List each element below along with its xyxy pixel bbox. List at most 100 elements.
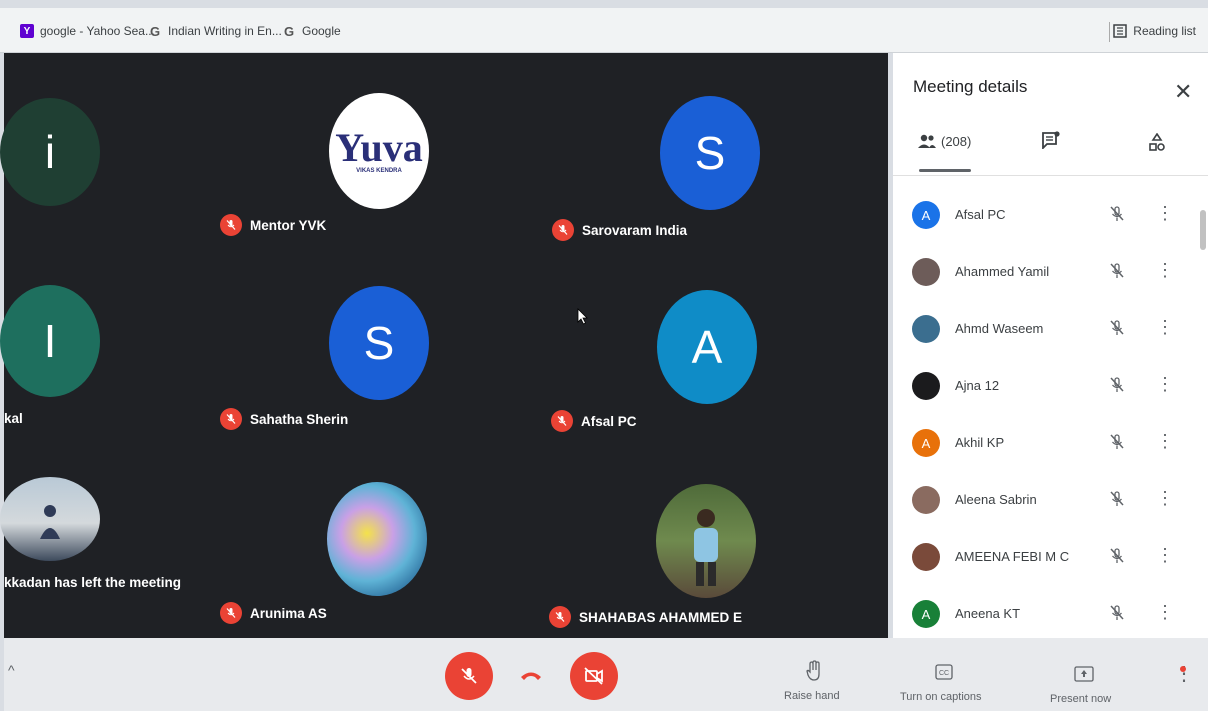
panel-title: Meeting details bbox=[913, 77, 1028, 96]
avatar-letter: S bbox=[694, 127, 726, 179]
mic-off-icon[interactable] bbox=[1108, 205, 1126, 228]
raise-hand-icon[interactable] bbox=[806, 660, 822, 682]
participant-name-label: Sahatha Sherin bbox=[220, 408, 348, 430]
avatar-letter: A bbox=[921, 207, 931, 223]
participant-name: SHAHABAS AHAMMED E bbox=[579, 609, 743, 625]
camera-off-icon bbox=[584, 667, 603, 685]
participant-name: Sahatha Sherin bbox=[250, 411, 349, 427]
present-icon[interactable] bbox=[1074, 666, 1094, 682]
chevron-up-icon[interactable]: ^ bbox=[8, 662, 15, 678]
tab-people[interactable]: (208) bbox=[917, 133, 971, 149]
more-options-icon[interactable]: ⋮ bbox=[1156, 489, 1174, 507]
active-tab-indicator bbox=[919, 169, 971, 172]
participant-row[interactable]: Aleena Sabrin ⋮ bbox=[893, 472, 1193, 528]
mic-off-icon bbox=[220, 408, 242, 430]
participant-row[interactable]: AMEENA FEBI M C ⋮ bbox=[893, 529, 1193, 585]
avatar bbox=[912, 372, 940, 400]
google-icon: G bbox=[149, 23, 161, 39]
mic-off-icon[interactable] bbox=[1108, 604, 1126, 627]
scrollbar[interactable] bbox=[1200, 210, 1206, 250]
mic-off-icon[interactable] bbox=[1108, 376, 1126, 399]
mic-off-icon[interactable] bbox=[1108, 547, 1126, 570]
avatar bbox=[912, 315, 940, 343]
avatar-letter: A bbox=[691, 321, 723, 373]
more-options-icon[interactable]: ⋮ bbox=[1156, 546, 1174, 564]
participant-photo bbox=[656, 484, 756, 598]
people-icon bbox=[918, 134, 936, 148]
avatar: A bbox=[912, 429, 940, 457]
mic-off-icon bbox=[552, 219, 574, 241]
bookmark-label: Indian Writing in En... bbox=[168, 24, 282, 38]
bookmark-indian-writing[interactable]: G Indian Writing in En... bbox=[148, 23, 282, 39]
participant-name: Aleena Sabrin bbox=[955, 492, 1037, 507]
more-options-icon[interactable]: ⋮ bbox=[1156, 603, 1174, 621]
participant-name: Ajna 12 bbox=[955, 378, 1000, 393]
participant-name: Sarovaram India bbox=[582, 222, 688, 238]
participant-name: Aneena KT bbox=[955, 606, 1021, 621]
participant-name: Arunima AS bbox=[250, 605, 327, 621]
mic-off-icon[interactable] bbox=[1108, 262, 1126, 285]
avatar-letter: i bbox=[44, 126, 56, 178]
bookmark-yahoo[interactable]: Y google - Yahoo Sea... bbox=[20, 24, 155, 38]
avatar: A bbox=[912, 600, 940, 628]
mic-off-icon[interactable] bbox=[1108, 490, 1126, 513]
participant-row[interactable]: Ahammed Yamil ⋮ bbox=[893, 244, 1193, 300]
participant-name: AMEENA FEBI M C bbox=[955, 549, 1070, 564]
bookmark-label: Google bbox=[302, 24, 341, 38]
captions-icon[interactable]: CC bbox=[935, 664, 953, 680]
logo-subtext: VIKAS KENDRA bbox=[356, 168, 402, 174]
bookmark-google[interactable]: G Google bbox=[282, 23, 341, 39]
avatar: A bbox=[912, 201, 940, 229]
more-options-icon[interactable]: ⋮ bbox=[1156, 375, 1174, 393]
participant-name-label: SHAHABAS AHAMMED E bbox=[549, 606, 742, 628]
participant-photo bbox=[327, 482, 427, 596]
participant-row[interactable]: Ahmd Waseem ⋮ bbox=[893, 301, 1193, 357]
more-options-icon[interactable]: ⋮ bbox=[1156, 261, 1174, 279]
mic-off-icon[interactable] bbox=[1108, 319, 1126, 342]
participant-name: Afsal PC bbox=[581, 413, 637, 429]
participant-row[interactable]: A Aneena KT ⋮ bbox=[893, 586, 1193, 642]
camera-toggle-button[interactable] bbox=[570, 652, 618, 700]
meeting-details-panel: Meeting details ✕ (208) A Afsal PC ⋮ Ahamme… bbox=[893, 53, 1208, 638]
avatar: S bbox=[660, 96, 760, 210]
participant-name: Mentor YVK bbox=[250, 217, 327, 233]
participant-name: Akhil KP bbox=[955, 435, 1005, 450]
avatar-letter: S bbox=[363, 317, 395, 369]
more-options-icon[interactable]: ⋮ bbox=[1156, 432, 1174, 450]
participant-row[interactable]: A Akhil KP ⋮ bbox=[893, 415, 1193, 471]
chat-icon bbox=[1042, 131, 1060, 149]
divider bbox=[893, 175, 1208, 176]
participant-name-label: Mentor YVK bbox=[220, 214, 326, 236]
avatar: I bbox=[0, 285, 100, 397]
captions-label: Turn on captions bbox=[900, 691, 982, 703]
activities-icon bbox=[1149, 133, 1165, 151]
more-options-icon[interactable]: ⋮ bbox=[1156, 204, 1174, 222]
video-grid: i Yuva VIKAS KENDRA Mentor YVK S Sarovar… bbox=[0, 53, 888, 638]
mic-toggle-button[interactable] bbox=[445, 652, 493, 700]
leave-call-button[interactable] bbox=[519, 668, 543, 682]
mic-off-icon bbox=[461, 668, 477, 684]
google-icon: G bbox=[283, 23, 295, 39]
reading-list-label: Reading list bbox=[1133, 24, 1196, 38]
reading-list-button[interactable]: Reading list bbox=[1113, 24, 1196, 38]
tab-chat[interactable] bbox=[1041, 131, 1061, 149]
participant-name-label: Sarovaram India bbox=[552, 219, 687, 241]
participant-name: Ahammed Yamil bbox=[955, 264, 1050, 279]
more-options-icon[interactable]: ⋮ bbox=[1156, 318, 1174, 336]
participant-name: Afsal PC bbox=[955, 207, 1006, 222]
yuva-logo: Yuva VIKAS KENDRA bbox=[329, 93, 429, 209]
avatar: i bbox=[0, 98, 100, 206]
person-figure-icon bbox=[40, 505, 60, 539]
avatar-letter: I bbox=[43, 315, 57, 367]
participant-photo bbox=[0, 477, 100, 561]
present-label: Present now bbox=[1050, 693, 1112, 705]
tab-activities[interactable] bbox=[1148, 133, 1166, 153]
participant-name: kal bbox=[4, 411, 23, 426]
close-icon[interactable]: ✕ bbox=[1174, 79, 1192, 105]
hang-up-icon bbox=[521, 672, 541, 680]
mic-off-icon bbox=[220, 214, 242, 236]
participant-row[interactable]: A Afsal PC ⋮ bbox=[893, 187, 1193, 243]
people-count: (208) bbox=[941, 133, 972, 149]
mic-off-icon[interactable] bbox=[1108, 433, 1126, 456]
participant-row[interactable]: Ajna 12 ⋮ bbox=[893, 358, 1193, 414]
